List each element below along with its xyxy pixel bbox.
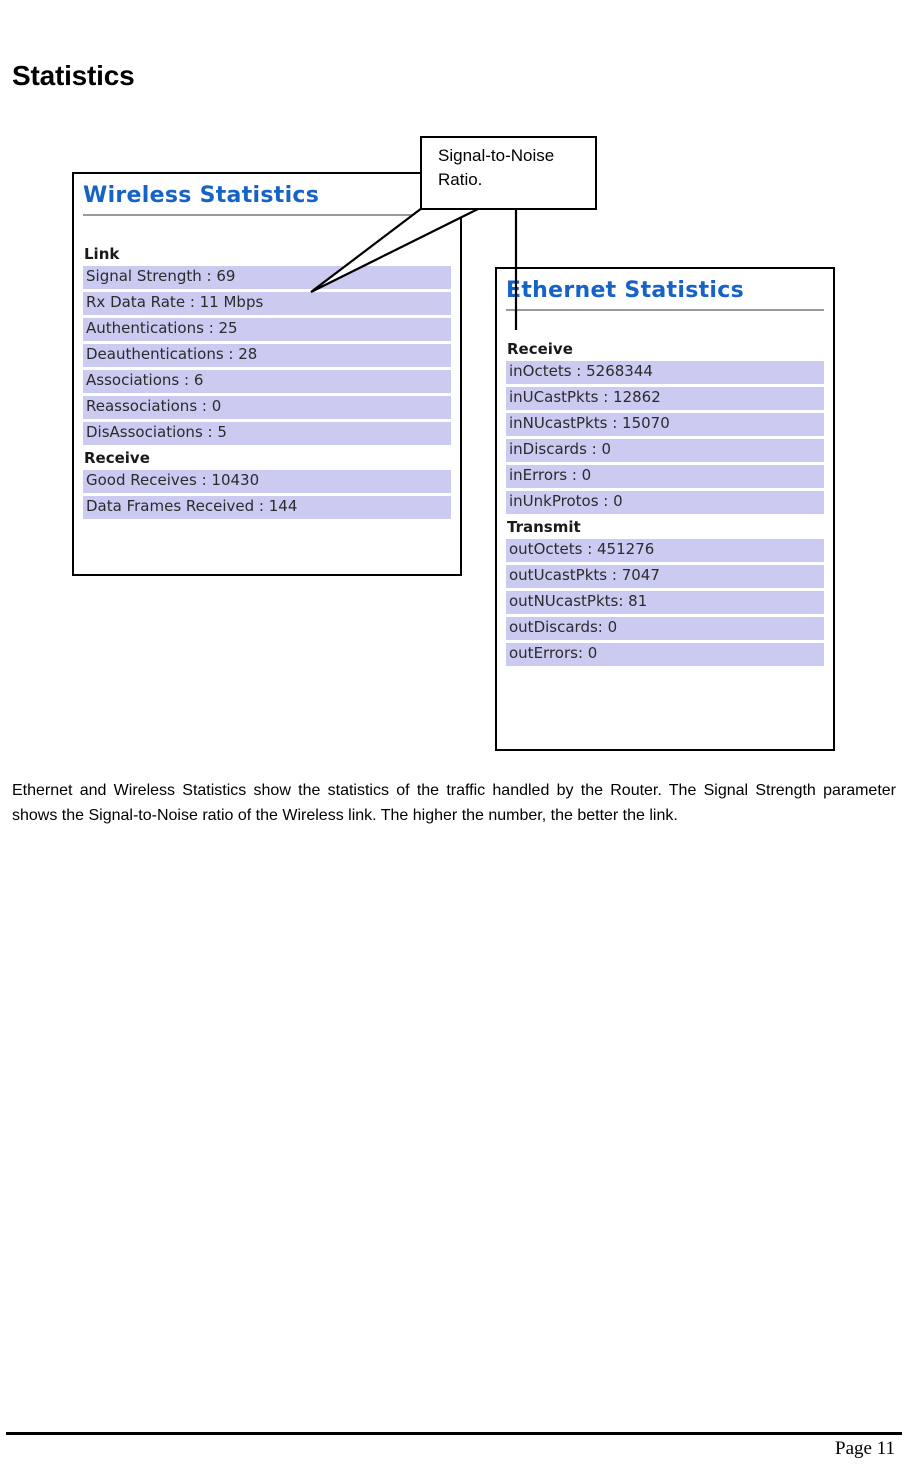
- ethernet-panel-title: Ethernet Statistics: [506, 278, 744, 303]
- footer-divider: [6, 1432, 902, 1435]
- stat-row: outDiscards: 0: [506, 617, 824, 640]
- stat-row: Signal Strength : 69: [83, 266, 451, 289]
- wireless-panel-title: Wireless Statistics: [83, 183, 320, 208]
- statistics-figure: Wireless Statistics Link Signal Strength…: [0, 0, 907, 770]
- stat-row: outNUcastPkts: 81: [506, 591, 824, 614]
- stat-row: DisAssociations : 5: [83, 422, 451, 445]
- stat-row: inOctets : 5268344: [506, 361, 824, 384]
- stat-row: outOctets : 451276: [506, 539, 824, 562]
- wireless-title-spacer: [83, 218, 451, 244]
- footer-page-number: Page 11: [835, 1438, 895, 1459]
- ethernet-group-label-receive: Receive: [507, 340, 573, 358]
- stat-row: outErrors: 0: [506, 643, 824, 666]
- stat-row: inUnkProtos : 0: [506, 491, 824, 514]
- wireless-group-label-receive: Receive: [84, 449, 150, 467]
- wireless-title-divider: [83, 214, 451, 216]
- stat-row: Rx Data Rate : 11 Mbps: [83, 292, 451, 315]
- stat-row: inNUcastPkts : 15070: [506, 413, 824, 436]
- ethernet-title-divider: [506, 309, 824, 311]
- stat-row: Data Frames Received : 144: [83, 496, 451, 519]
- stat-row: inUCastPkts : 12862: [506, 387, 824, 410]
- ethernet-title-spacer: [506, 313, 824, 339]
- wireless-group-label-link: Link: [84, 245, 120, 263]
- stat-row: Authentications : 25: [83, 318, 451, 341]
- wireless-statistics-panel: Wireless Statistics Link Signal Strength…: [72, 172, 462, 576]
- stat-row: Reassociations : 0: [83, 396, 451, 419]
- stat-row: outUcastPkts : 7047: [506, 565, 824, 588]
- stat-row: inErrors : 0: [506, 465, 824, 488]
- body-paragraph: Ethernet and Wireless Statistics show th…: [12, 782, 896, 824]
- ethernet-group-label-transmit: Transmit: [507, 518, 581, 536]
- stat-row: inDiscards : 0: [506, 439, 824, 462]
- callout-text: Signal-to-Noise Ratio.: [438, 146, 555, 189]
- ethernet-statistics-panel: Ethernet Statistics Receive inOctets : 5…: [495, 267, 835, 751]
- stat-row: Associations : 6: [83, 370, 451, 393]
- callout-box: Signal-to-Noise Ratio.: [420, 136, 597, 210]
- stat-row: Deauthentications : 28: [83, 344, 451, 367]
- stat-row: Good Receives : 10430: [83, 470, 451, 493]
